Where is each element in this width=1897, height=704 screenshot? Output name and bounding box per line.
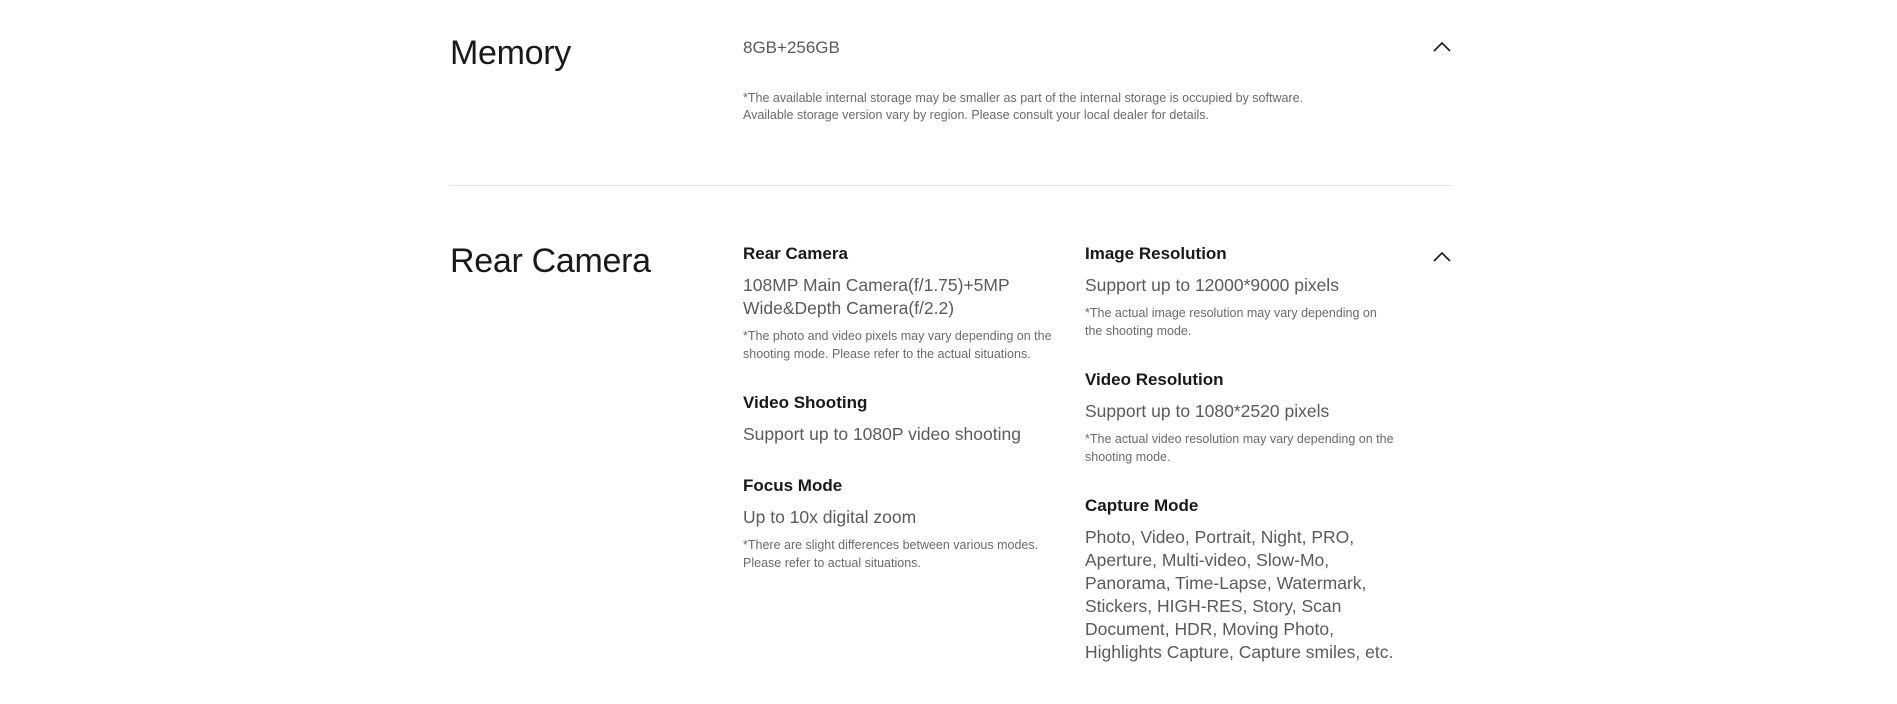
spec-video-shooting: Video Shooting Support up to 1080P video…: [743, 393, 1053, 446]
memory-section: Memory 8GB+256GB *The available internal…: [450, 0, 1453, 186]
spec-label: Focus Mode: [743, 476, 843, 495]
spec-note: *There are slight differences between va…: [743, 538, 1039, 570]
memory-title: Memory: [450, 34, 571, 72]
rear-camera-left-column: Rear Camera 108MP Main Camera(f/1.75)+5M…: [743, 244, 1053, 602]
spec-rear-camera: Rear Camera 108MP Main Camera(f/1.75)+5M…: [743, 244, 1053, 363]
spec-value: Photo, Video, Portrait, Night, PRO, Aper…: [1085, 527, 1394, 662]
rear-camera-right-column: Image Resolution Support up to 12000*900…: [1085, 244, 1395, 694]
memory-note: *The available internal storage may be s…: [743, 90, 1343, 124]
memory-collapse-toggle[interactable]: [1431, 36, 1453, 58]
spec-capture-mode: Capture Mode Photo, Video, Portrait, Nig…: [1085, 496, 1395, 664]
spec-image-resolution: Image Resolution Support up to 12000*900…: [1085, 244, 1395, 340]
spec-note: *The actual image resolution may vary de…: [1085, 306, 1377, 338]
spec-video-resolution: Video Resolution Support up to 1080*2520…: [1085, 370, 1395, 466]
spec-label: Video Shooting: [743, 393, 868, 412]
memory-value: 8GB+256GB: [743, 38, 840, 57]
memory-note-line-1: *The available internal storage may be s…: [743, 91, 1304, 105]
spec-page: Memory 8GB+256GB *The available internal…: [0, 0, 1897, 704]
spec-label: Video Resolution: [1085, 370, 1224, 389]
spec-label: Image Resolution: [1085, 244, 1227, 263]
spec-label: Capture Mode: [1085, 496, 1199, 515]
spec-value: Up to 10x digital zoom: [743, 507, 917, 527]
spec-value: Support up to 1080P video shooting: [743, 424, 1021, 444]
spec-value: 108MP Main Camera(f/1.75)+5MP Wide&Depth…: [743, 275, 1010, 318]
spec-note: *The actual video resolution may vary de…: [1085, 432, 1394, 464]
rear-camera-section: Rear Camera Rear Camera 108MP Main Camer…: [450, 186, 1453, 704]
spec-label: Rear Camera: [743, 244, 848, 263]
chevron-up-icon: [1433, 41, 1451, 52]
spec-focus-mode: Focus Mode Up to 10x digital zoom *There…: [743, 476, 1053, 572]
chevron-up-icon: [1433, 251, 1451, 262]
spec-value: Support up to 1080*2520 pixels: [1085, 401, 1330, 421]
spec-note: *The photo and video pixels may vary dep…: [743, 329, 1052, 361]
rear-camera-title: Rear Camera: [450, 242, 651, 280]
spec-value: Support up to 12000*9000 pixels: [1085, 275, 1339, 295]
memory-note-line-2: Available storage version vary by region…: [743, 108, 1209, 122]
rear-camera-collapse-toggle[interactable]: [1431, 246, 1453, 268]
